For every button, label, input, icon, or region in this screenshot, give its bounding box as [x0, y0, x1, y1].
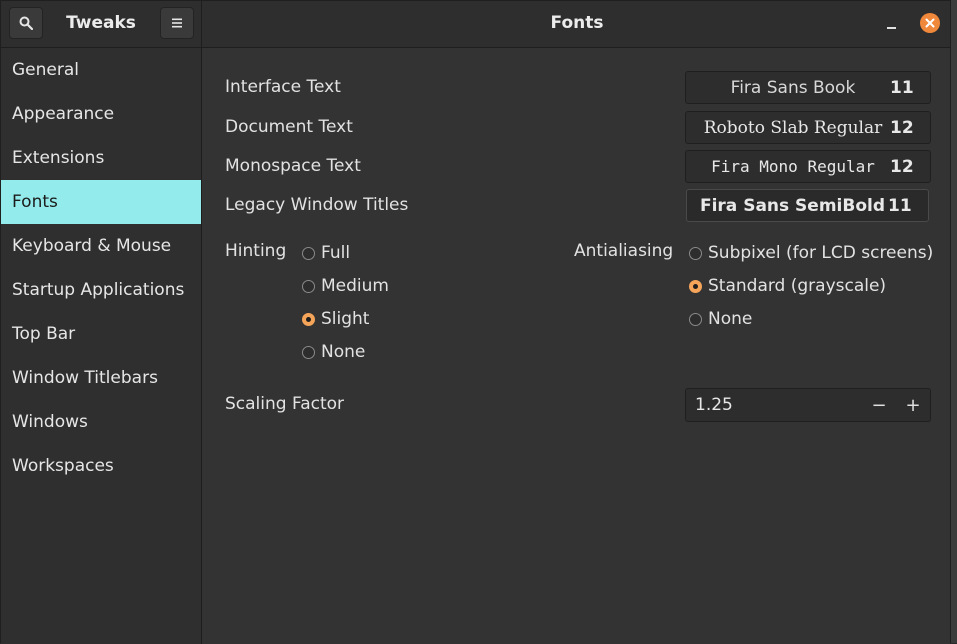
hinting-option-label: Medium — [321, 276, 389, 296]
document-text-label: Document Text — [225, 117, 353, 137]
antialiasing-option-label: Subpixel (for LCD screens) — [708, 243, 934, 263]
menu-button[interactable] — [160, 7, 194, 39]
sidebar: General Appearance Extensions Fonts Keyb… — [1, 48, 202, 644]
sidebar-item-window-titlebars[interactable]: Window Titlebars — [1, 356, 201, 400]
legacy-titles-font-button[interactable]: Fira Sans SemiBold 11 — [686, 189, 929, 222]
minimize-icon — [886, 27, 896, 29]
radio-button[interactable] — [689, 246, 702, 260]
hinting-option-full[interactable]: Full — [302, 243, 350, 263]
monospace-font-size: 12 — [890, 156, 914, 177]
monospace-font-button[interactable]: Fira Mono Regular 12 — [685, 150, 931, 183]
header-bar: Tweaks Fonts — [1, 1, 950, 48]
antialiasing-option-label: None — [708, 309, 753, 329]
hinting-label: Hinting — [225, 241, 287, 261]
close-button[interactable] — [920, 13, 940, 33]
sidebar-header: Tweaks — [1, 1, 202, 47]
legacy-window-titles-label: Legacy Window Titles — [225, 195, 409, 215]
antialiasing-label: Antialiasing — [574, 241, 674, 261]
search-icon — [19, 16, 33, 30]
sidebar-item-general[interactable]: General — [1, 48, 201, 92]
radio-button[interactable] — [302, 246, 315, 260]
document-font-button[interactable]: Roboto Slab Regular 12 — [685, 111, 931, 144]
legacy-titles-font-size: 11 — [888, 195, 912, 216]
decrement-button[interactable]: − — [862, 395, 896, 416]
scaling-factor-value[interactable]: 1.25 — [686, 395, 862, 415]
sidebar-item-windows[interactable]: Windows — [1, 400, 201, 444]
document-font-size: 12 — [890, 117, 914, 138]
hinting-option-label: Full — [321, 243, 351, 263]
sidebar-item-workspaces[interactable]: Workspaces — [1, 444, 201, 488]
page-title: Fonts — [550, 13, 604, 33]
radio-button[interactable] — [302, 345, 315, 359]
radio-button-selected[interactable] — [689, 279, 702, 293]
interface-font-button[interactable]: Fira Sans Book 11 — [685, 71, 931, 104]
interface-text-label: Interface Text — [225, 77, 341, 97]
hinting-option-medium[interactable]: Medium — [302, 276, 389, 296]
scaling-factor-label: Scaling Factor — [225, 394, 345, 414]
sidebar-item-startup-applications[interactable]: Startup Applications — [1, 268, 201, 312]
hinting-option-label: None — [321, 342, 366, 362]
fonts-panel: Interface Text Fira Sans Book 11 Documen… — [202, 48, 950, 644]
hinting-option-none[interactable]: None — [302, 342, 365, 362]
hinting-option-label: Slight — [321, 309, 370, 329]
legacy-titles-font-name: Fira Sans SemiBold — [699, 195, 886, 216]
interface-font-name: Fira Sans Book — [730, 77, 856, 98]
scaling-factor-spinbutton: 1.25 − + — [685, 388, 931, 422]
close-icon — [925, 18, 935, 28]
sidebar-item-appearance[interactable]: Appearance — [1, 92, 201, 136]
radio-button[interactable] — [302, 279, 315, 293]
sidebar-item-keyboard-mouse[interactable]: Keyboard & Mouse — [1, 224, 201, 268]
monospace-font-name: Fira Mono Regular — [711, 157, 875, 176]
sidebar-item-fonts[interactable]: Fonts — [1, 180, 201, 224]
hamburger-menu-icon — [172, 18, 182, 28]
interface-font-size: 11 — [890, 77, 914, 98]
antialiasing-option-label: Standard (grayscale) — [708, 276, 887, 296]
antialiasing-option-none[interactable]: None — [689, 309, 752, 329]
sidebar-item-extensions[interactable]: Extensions — [1, 136, 201, 180]
antialiasing-option-subpixel[interactable]: Subpixel (for LCD screens) — [689, 243, 933, 263]
search-button[interactable] — [9, 7, 43, 39]
minimize-button[interactable] — [881, 12, 901, 34]
increment-button[interactable]: + — [896, 395, 930, 416]
hinting-option-slight[interactable]: Slight — [302, 309, 369, 329]
antialiasing-option-standard[interactable]: Standard (grayscale) — [689, 276, 886, 296]
monospace-text-label: Monospace Text — [225, 156, 361, 176]
sidebar-item-top-bar[interactable]: Top Bar — [1, 312, 201, 356]
radio-button-selected[interactable] — [302, 312, 315, 326]
app-title: Tweaks — [66, 13, 136, 33]
radio-button[interactable] — [689, 312, 702, 326]
window-edge — [951, 0, 957, 643]
document-font-name: Roboto Slab Regular — [703, 117, 883, 138]
tweaks-window: Tweaks Fonts General Appearance Extensio… — [0, 0, 951, 644]
